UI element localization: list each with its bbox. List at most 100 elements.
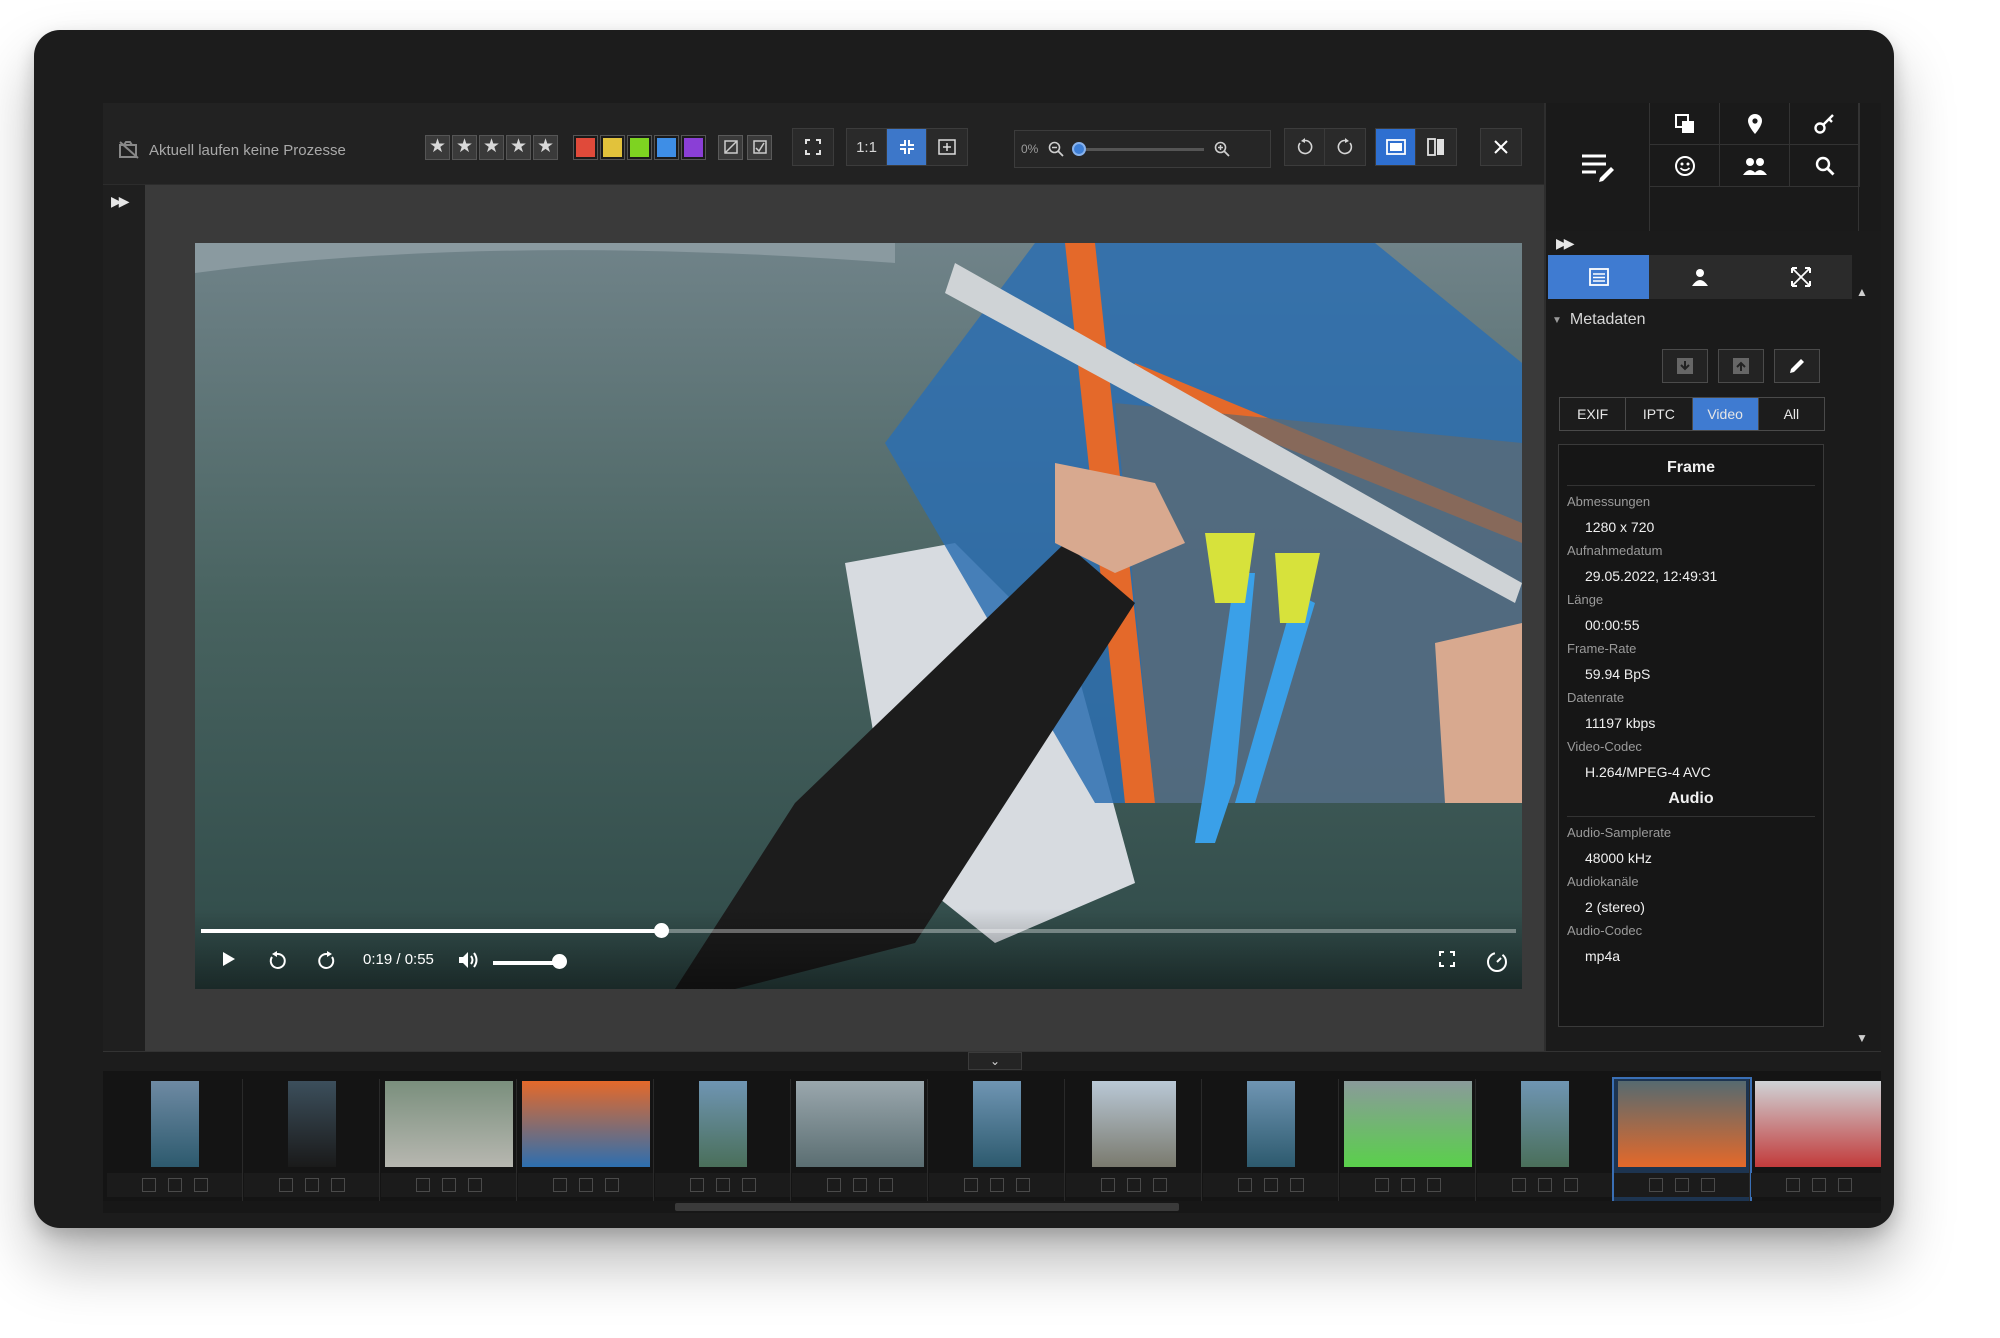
fit-button[interactable] xyxy=(887,129,927,165)
comment-icon[interactable] xyxy=(1537,1178,1552,1192)
metadata-edit-button[interactable] xyxy=(1546,103,1649,231)
filmstrip-item[interactable] xyxy=(1612,1077,1752,1207)
zoom-in-icon[interactable] xyxy=(1214,141,1230,157)
key-button[interactable] xyxy=(1790,103,1860,145)
volume-slider[interactable] xyxy=(493,961,557,965)
edit-metadata-button[interactable] xyxy=(1774,349,1820,383)
filmstrip-item[interactable] xyxy=(381,1079,517,1205)
import-metadata-button[interactable] xyxy=(1662,349,1708,383)
reject-flag-icon[interactable] xyxy=(415,1178,430,1192)
forward-button[interactable] xyxy=(315,951,339,971)
star-1-button[interactable]: ★ xyxy=(425,134,450,160)
comment-icon[interactable] xyxy=(989,1178,1004,1192)
metadata-section-header[interactable]: ▼ Metadaten xyxy=(1552,311,1646,329)
video-seekbar[interactable] xyxy=(201,923,1516,938)
tab-metadata[interactable] xyxy=(1548,255,1650,299)
single-view-button[interactable] xyxy=(1376,129,1416,165)
rating-icon[interactable] xyxy=(604,1178,619,1192)
close-button[interactable] xyxy=(1481,129,1521,165)
tab-all[interactable]: All xyxy=(1758,398,1824,430)
comment-icon[interactable] xyxy=(1400,1178,1415,1192)
reject-flag-icon[interactable] xyxy=(1785,1178,1800,1192)
panel-scroll-up-icon[interactable]: ▲ xyxy=(1854,285,1870,299)
tab-exif[interactable]: EXIF xyxy=(1560,398,1627,430)
color-red-button[interactable] xyxy=(573,134,598,160)
rating-icon[interactable] xyxy=(1015,1178,1030,1192)
reject-flag-icon[interactable] xyxy=(963,1178,978,1192)
comment-icon[interactable] xyxy=(304,1178,319,1192)
rating-icon[interactable] xyxy=(878,1178,893,1192)
filmstrip-item[interactable] xyxy=(1477,1079,1613,1205)
play-button[interactable] xyxy=(217,951,241,967)
star-3-button[interactable]: ★ xyxy=(479,134,504,160)
tab-iptc[interactable]: IPTC xyxy=(1626,398,1693,430)
expand-left-panel-icon[interactable]: ▶▶ xyxy=(111,193,129,210)
panel-scroll-down-icon[interactable]: ▼ xyxy=(1854,1031,1870,1045)
filmstrip-item[interactable] xyxy=(655,1079,791,1205)
volume-button[interactable] xyxy=(457,951,481,969)
rating-icon[interactable] xyxy=(1289,1178,1304,1192)
filmstrip-scrollbar[interactable] xyxy=(103,1201,1881,1213)
rating-icon[interactable] xyxy=(330,1178,345,1192)
zoom-out-icon[interactable] xyxy=(1048,141,1064,157)
reject-flag-icon[interactable] xyxy=(1100,1178,1115,1192)
filmstrip-item[interactable] xyxy=(244,1079,380,1205)
comment-icon[interactable] xyxy=(1811,1178,1826,1192)
rotate-left-button[interactable] xyxy=(1285,129,1325,165)
tab-video[interactable]: Video xyxy=(1692,398,1759,430)
comment-icon[interactable] xyxy=(167,1178,182,1192)
zoom-slider[interactable] xyxy=(1072,141,1205,156)
filmstrip-item[interactable] xyxy=(518,1079,654,1205)
fullscreen-button[interactable] xyxy=(793,129,833,165)
filmstrip-item[interactable] xyxy=(1340,1079,1476,1205)
rating-icon[interactable] xyxy=(1837,1178,1852,1192)
video-player[interactable]: 0:19 / 0:55 xyxy=(195,243,1522,989)
filmstrip-item[interactable] xyxy=(1203,1079,1339,1205)
face-button[interactable] xyxy=(1650,145,1720,187)
reject-flag-icon[interactable] xyxy=(1648,1178,1663,1192)
search-button[interactable] xyxy=(1790,145,1860,187)
rating-icon[interactable] xyxy=(467,1178,482,1192)
rating-icon[interactable] xyxy=(1152,1178,1167,1192)
rating-icon[interactable] xyxy=(741,1178,756,1192)
filmstrip-item[interactable] xyxy=(1066,1079,1202,1205)
compare-view-button[interactable] xyxy=(1416,129,1456,165)
filmstrip-item[interactable] xyxy=(107,1079,243,1205)
comment-icon[interactable] xyxy=(441,1178,456,1192)
volume-slider-handle[interactable] xyxy=(552,954,567,969)
rewind-button[interactable] xyxy=(265,951,289,971)
rating-icon[interactable] xyxy=(1426,1178,1441,1192)
reject-flag-icon[interactable] xyxy=(552,1178,567,1192)
reject-flag-icon[interactable] xyxy=(1237,1178,1252,1192)
comment-icon[interactable] xyxy=(715,1178,730,1192)
comment-icon[interactable] xyxy=(1674,1178,1689,1192)
collapse-right-panel-icon[interactable]: ▶▶ xyxy=(1556,235,1574,252)
playback-speed-button[interactable] xyxy=(1485,951,1509,973)
video-fullscreen-button[interactable] xyxy=(1435,951,1459,967)
tab-person[interactable] xyxy=(1649,255,1750,299)
star-2-button[interactable]: ★ xyxy=(452,134,477,160)
color-blue-button[interactable] xyxy=(654,134,679,160)
comment-icon[interactable] xyxy=(852,1178,867,1192)
filmstrip-item[interactable] xyxy=(929,1079,1065,1205)
reject-flag-icon[interactable] xyxy=(278,1178,293,1192)
comment-icon[interactable] xyxy=(578,1178,593,1192)
comment-icon[interactable] xyxy=(1126,1178,1141,1192)
filmstrip-scrollbar-thumb[interactable] xyxy=(675,1203,1179,1211)
reject-flag-icon[interactable] xyxy=(1374,1178,1389,1192)
rating-icon[interactable] xyxy=(193,1178,208,1192)
people-button[interactable] xyxy=(1720,145,1790,187)
one-to-one-button[interactable]: 1:1 xyxy=(847,129,887,165)
reject-flag-icon[interactable] xyxy=(141,1178,156,1192)
rotate-right-button[interactable] xyxy=(1325,129,1365,165)
color-green-button[interactable] xyxy=(627,134,652,160)
rating-icon[interactable] xyxy=(1563,1178,1578,1192)
comment-icon[interactable] xyxy=(1263,1178,1278,1192)
rating-icon[interactable] xyxy=(1700,1178,1715,1192)
star-4-button[interactable]: ★ xyxy=(506,134,531,160)
reject-flag-icon[interactable] xyxy=(1511,1178,1526,1192)
pick-flag-button[interactable] xyxy=(747,134,772,160)
color-purple-button[interactable] xyxy=(681,134,706,160)
location-button[interactable] xyxy=(1720,103,1790,145)
color-yellow-button[interactable] xyxy=(600,134,625,160)
